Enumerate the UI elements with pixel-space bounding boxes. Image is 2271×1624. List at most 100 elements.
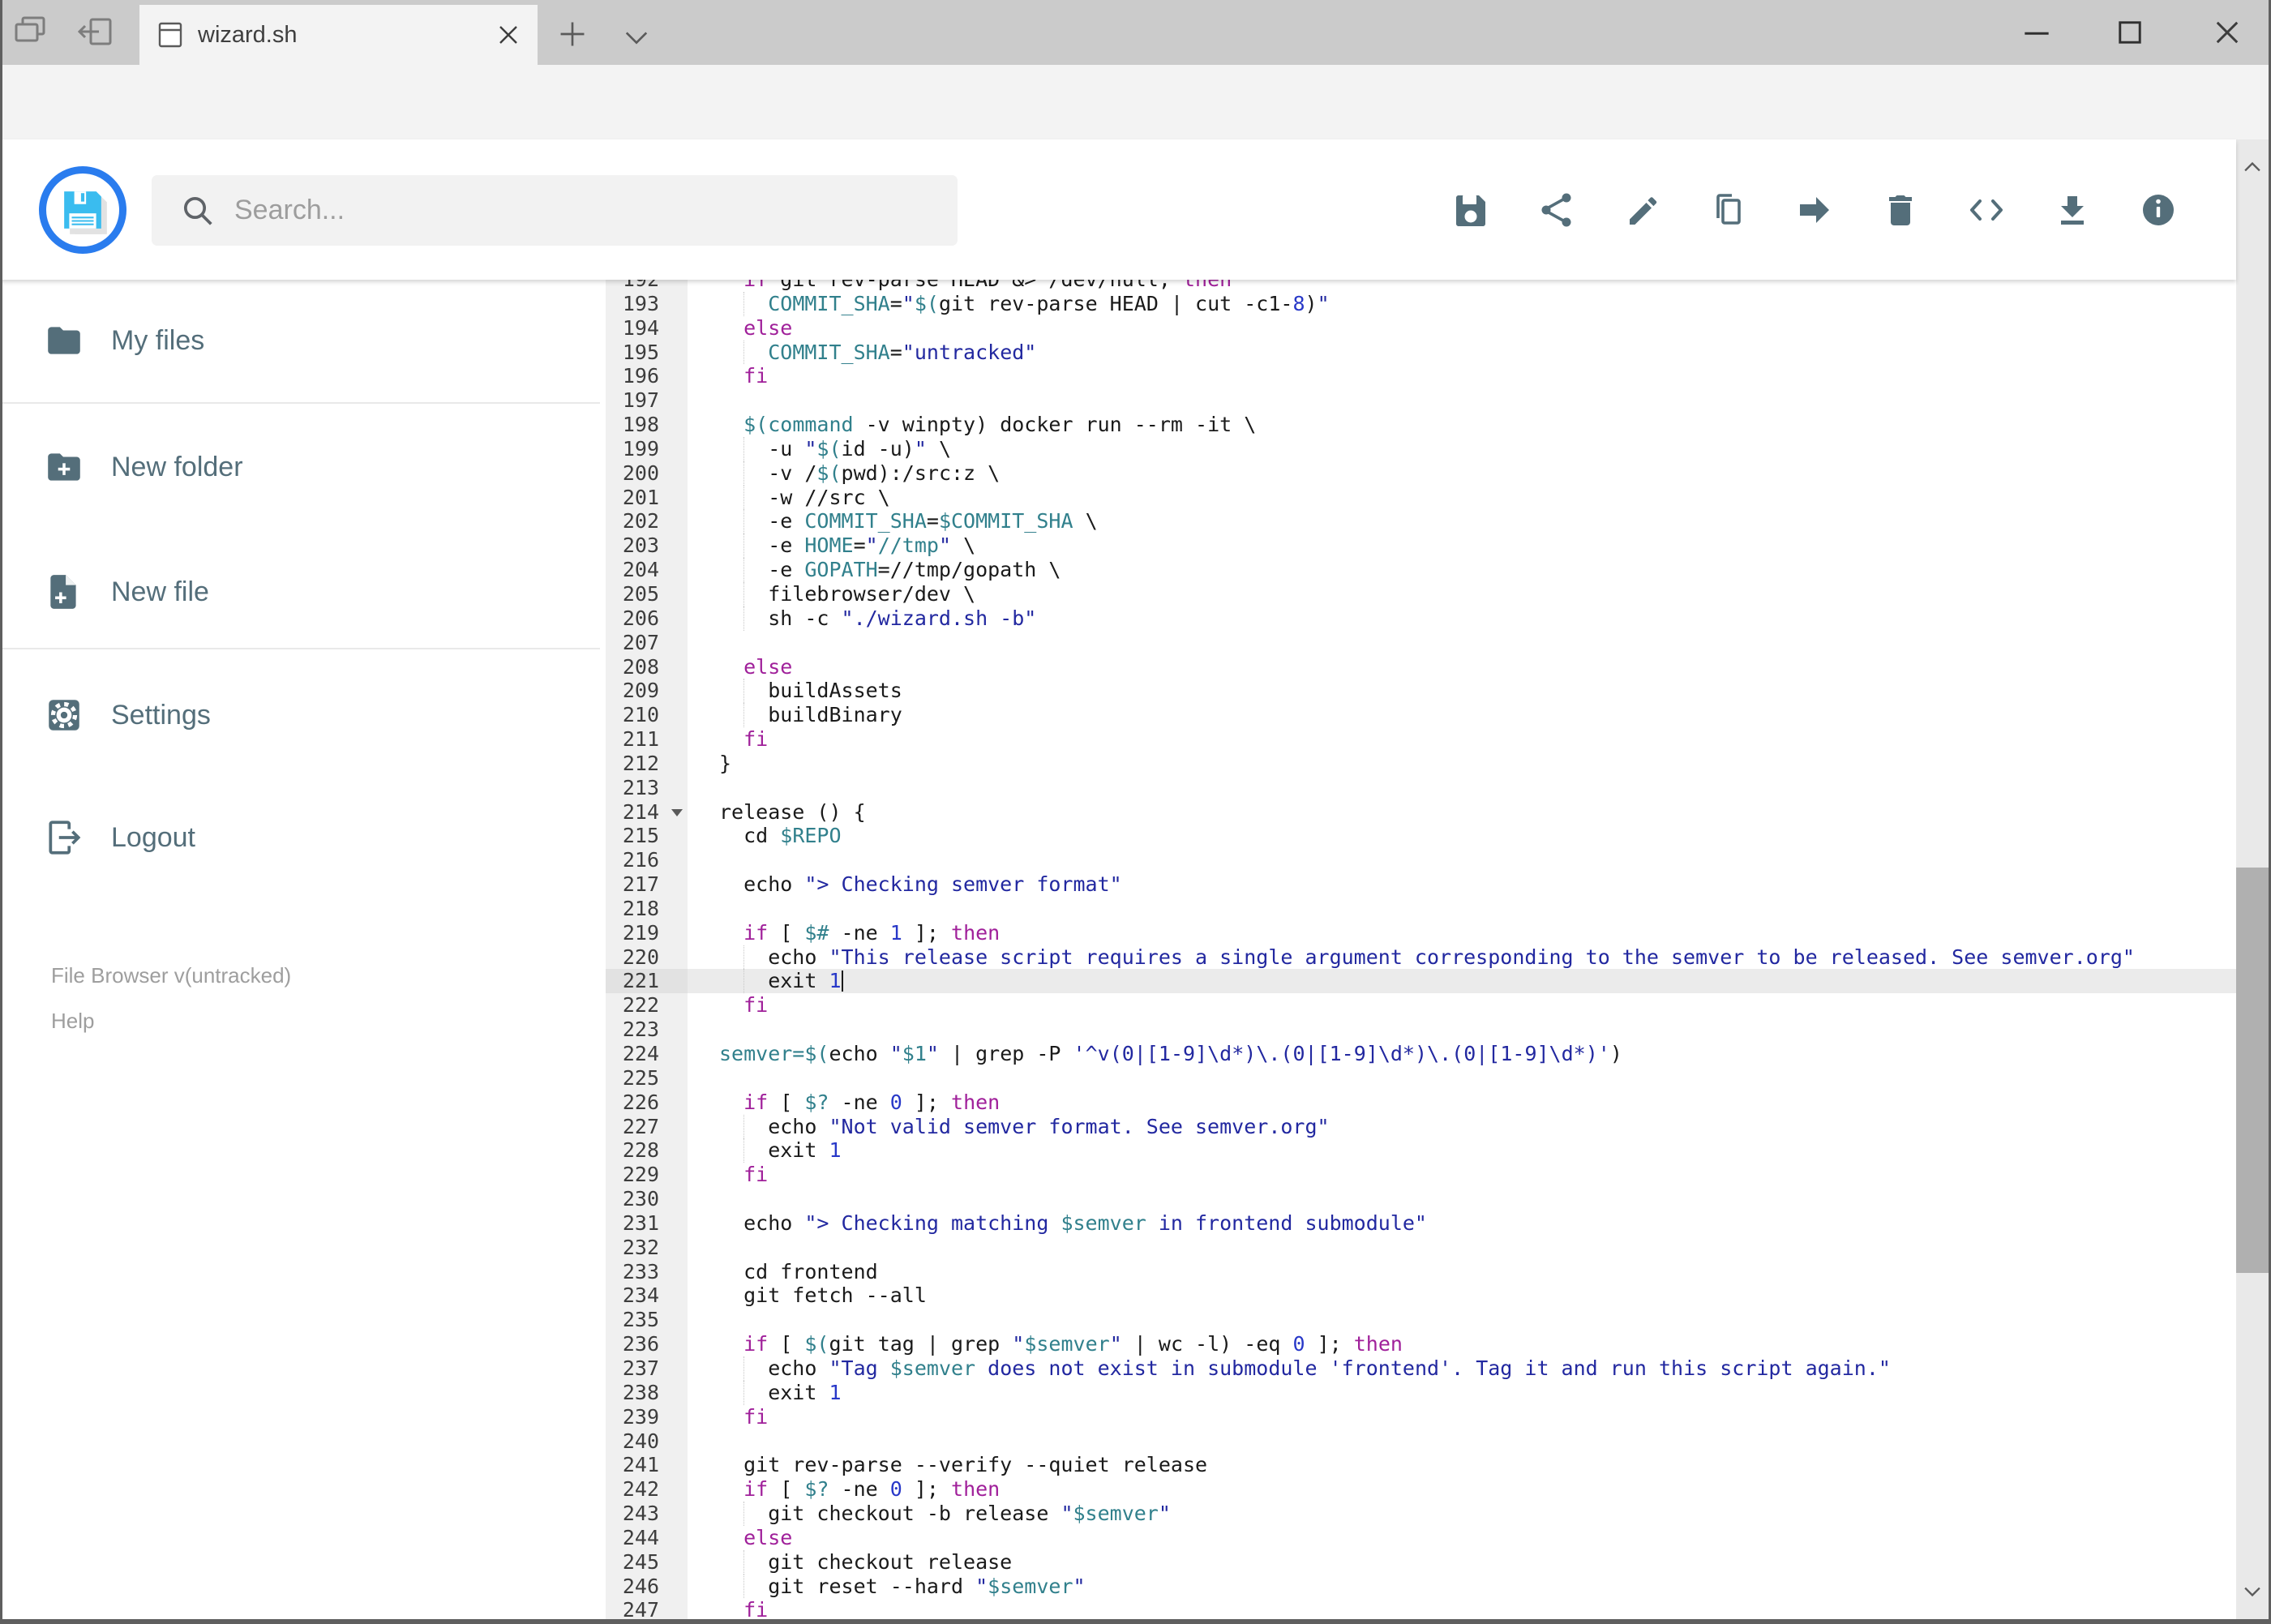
code-line: 204 -e GOPATH=//tmp/gopath \	[606, 558, 2236, 582]
tab-preview-icon[interactable]	[11, 13, 50, 52]
code-line: 207	[606, 630, 2236, 655]
set-tabs-aside-icon[interactable]	[76, 13, 115, 52]
info-button[interactable]	[2139, 191, 2178, 229]
line-number: 225	[606, 1065, 688, 1091]
window-minimize-button[interactable]	[2019, 15, 2055, 50]
line-number: 192	[606, 280, 688, 292]
sidebar-item-label: Logout	[111, 821, 195, 853]
edit-button[interactable]	[1623, 191, 1662, 229]
sidebar-divider	[0, 402, 600, 404]
code-line: 223	[606, 1018, 2236, 1042]
line-number: 203	[606, 533, 688, 559]
line-number: 218	[606, 896, 688, 921]
code-line: 217 echo "> Checking semver format"	[606, 872, 2236, 897]
line-number: 226	[606, 1090, 688, 1115]
indent-guide	[743, 1380, 744, 1405]
search-icon	[181, 194, 215, 228]
help-link[interactable]: Help	[51, 998, 291, 1043]
code-line: 203 -e HOME="//tmp" \	[606, 533, 2236, 559]
search-input[interactable]	[233, 194, 901, 227]
source-code-button[interactable]	[1967, 191, 2006, 229]
code-line: 234 git fetch --all	[606, 1283, 2236, 1309]
new-file-icon	[44, 572, 84, 612]
line-number: 229	[606, 1163, 688, 1188]
line-number: 238	[606, 1380, 688, 1405]
code-line: 232	[606, 1235, 2236, 1260]
sidebar-footer: File Browser v(untracked) Help	[51, 953, 291, 1043]
copy-button[interactable]	[1709, 191, 1748, 229]
file-action-toolbar	[1451, 187, 2222, 233]
window-close-button[interactable]	[2209, 15, 2245, 50]
sidebar-item-my-files[interactable]: My files	[0, 315, 568, 366]
line-number: 198	[606, 413, 688, 437]
line-number: 211	[606, 727, 688, 752]
browser-tab[interactable]: wizard.sh	[139, 5, 538, 65]
window-maximize-button[interactable]	[2112, 15, 2148, 50]
code-line: 202 -e COMMIT_SHA=$COMMIT_SHA \	[606, 509, 2236, 534]
page-scrollbar[interactable]	[2236, 139, 2269, 1619]
code-editor[interactable]: 192 if git rev-parse HEAD &> /dev/null; …	[606, 280, 2236, 1619]
code-line: 212}	[606, 751, 2236, 776]
indent-guide	[743, 509, 744, 534]
fold-arrow-icon[interactable]	[671, 808, 683, 816]
code-line: 239 fi	[606, 1404, 2236, 1429]
line-number: 242	[606, 1477, 688, 1502]
code-line: 200 -v /$(pwd):/src:z \	[606, 461, 2236, 486]
line-number: 221	[606, 969, 688, 994]
indent-guide	[743, 436, 744, 461]
code-line: 199 -u "$(id -u)" \	[606, 436, 2236, 461]
code-line: 206 sh -c "./wizard.sh -b"	[606, 606, 2236, 631]
code-line: 209 buildAssets	[606, 679, 2236, 704]
share-button[interactable]	[1537, 191, 1576, 229]
line-number: 199	[606, 436, 688, 461]
line-number: 202	[606, 509, 688, 534]
new-tab-button[interactable]	[556, 18, 589, 50]
sidebar-item-new-file[interactable]: New file	[0, 566, 568, 618]
line-number: 246	[606, 1574, 688, 1599]
sidebar-item-label: New file	[111, 576, 209, 607]
code-line: 247 fi	[606, 1598, 2236, 1619]
save-button[interactable]	[1451, 191, 1490, 229]
line-number: 194	[606, 315, 688, 341]
download-button[interactable]	[2053, 191, 2092, 229]
code-line: 192 if git rev-parse HEAD &> /dev/null; …	[606, 280, 2236, 292]
tab-preview-chevron-icon[interactable]	[620, 21, 653, 50]
code-line: 233 cd frontend	[606, 1259, 2236, 1284]
indent-guide	[743, 340, 744, 365]
line-number: 193	[606, 291, 688, 316]
delete-button[interactable]	[1881, 191, 1920, 229]
sidebar-item-label: My files	[111, 324, 205, 356]
code-line: 193 COMMIT_SHA="$(git rev-parse HEAD | c…	[606, 291, 2236, 316]
scroll-up-arrow-icon[interactable]	[2239, 154, 2265, 180]
tab-close-icon[interactable]	[494, 20, 523, 49]
move-button[interactable]	[1795, 191, 1834, 229]
code-line: 237 echo "Tag $semver does not exist in …	[606, 1356, 2236, 1381]
code-line: 225	[606, 1065, 2236, 1091]
line-number: 217	[606, 872, 688, 897]
indent-guide	[743, 461, 744, 486]
sidebar-divider	[0, 648, 600, 649]
sidebar-item-new-folder[interactable]: New folder	[0, 441, 568, 493]
line-number: 212	[606, 751, 688, 776]
code-line: 241 git rev-parse --verify --quiet relea…	[606, 1453, 2236, 1478]
line-number: 243	[606, 1502, 688, 1526]
line-number: 207	[606, 630, 688, 655]
indent-guide	[743, 558, 744, 582]
scrollbar-thumb[interactable]	[2236, 868, 2269, 1273]
code-line: 235	[606, 1308, 2236, 1333]
line-number: 216	[606, 848, 688, 873]
line-number: 240	[606, 1429, 688, 1454]
sidebar-item-settings[interactable]: Settings	[0, 689, 568, 741]
code-line: 195 COMMIT_SHA="untracked"	[606, 340, 2236, 365]
scroll-down-arrow-icon[interactable]	[2239, 1579, 2265, 1605]
line-number: 197	[606, 388, 688, 413]
line-number: 223	[606, 1018, 688, 1042]
code-line: 226 if [ $? -ne 0 ]; then	[606, 1090, 2236, 1115]
code-line: 210 buildBinary	[606, 703, 2236, 728]
line-number: 239	[606, 1404, 688, 1429]
logout-icon	[44, 817, 84, 858]
code-line: 213	[606, 775, 2236, 800]
line-number: 232	[606, 1235, 688, 1260]
search-box[interactable]	[152, 175, 958, 246]
sidebar-item-logout[interactable]: Logout	[0, 812, 568, 863]
